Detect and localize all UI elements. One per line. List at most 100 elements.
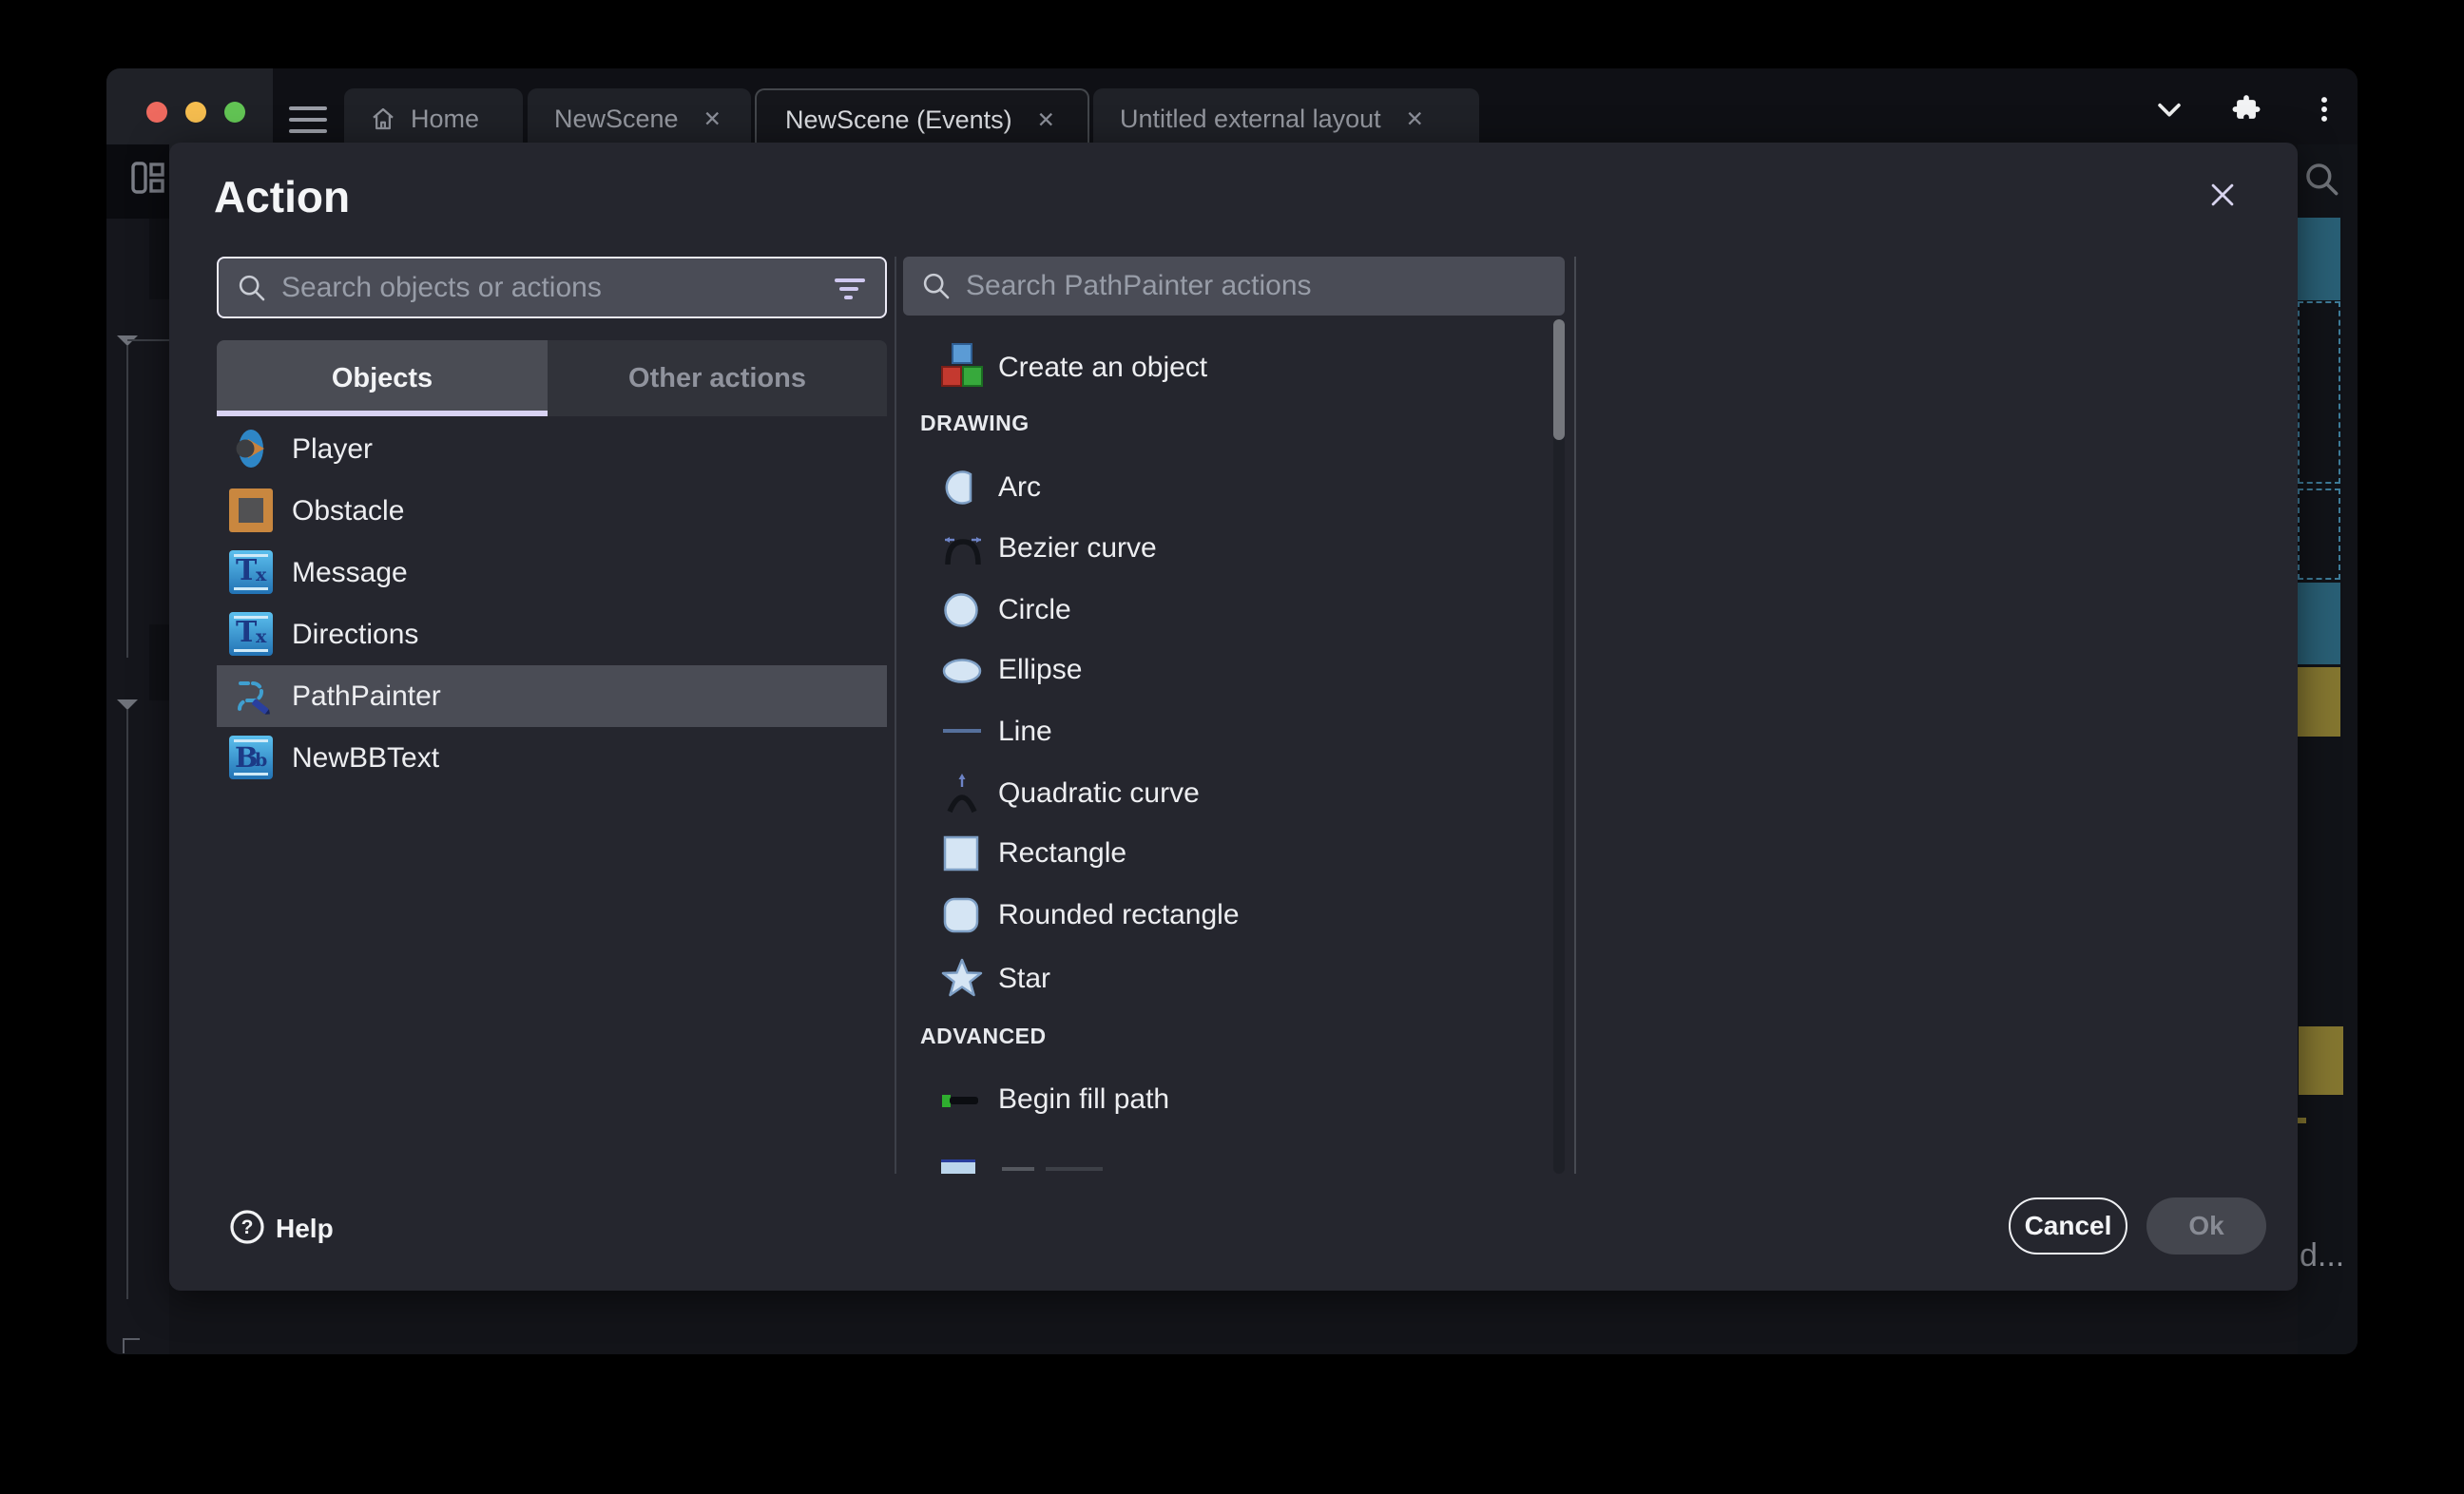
object-row-player[interactable]: Player	[217, 418, 887, 480]
ok-button[interactable]: Ok	[2146, 1197, 2266, 1255]
hamburger-menu-icon[interactable]	[289, 106, 327, 133]
help-icon[interactable]: ?	[228, 1208, 266, 1246]
action-label: Begin fill path	[998, 1083, 1169, 1116]
action-row-arc[interactable]: Arc	[903, 458, 1530, 517]
truncated-event-text: d...	[2300, 1237, 2344, 1274]
tab-label: Other actions	[628, 363, 806, 394]
puzzle-icon[interactable]	[2230, 93, 2262, 125]
path-painter-icon	[229, 674, 273, 718]
tab-label: NewScene	[554, 105, 679, 134]
tab-label: NewScene (Events)	[785, 105, 1012, 135]
objects-search-field[interactable]	[217, 257, 887, 318]
tab-newscene-events[interactable]: NewScene (Events) ✕	[755, 88, 1089, 149]
event-block-teal	[2298, 218, 2340, 300]
action-label: Rectangle	[998, 837, 1126, 870]
action-row-rounded-rectangle[interactable]: Rounded rectangle	[903, 886, 1530, 945]
action-row-circle[interactable]: Circle	[903, 581, 1530, 640]
quadratic-curve-icon	[941, 772, 983, 815]
titlebar-block	[106, 68, 273, 154]
action-row-begin-fill-path[interactable]: Begin fill path	[903, 1070, 1530, 1129]
active-tab-underline	[217, 411, 548, 416]
app-window: Home NewScene ✕ NewScene (Events) ✕ Unti…	[106, 68, 2358, 1354]
event-block-olive	[2298, 667, 2340, 737]
begin-fill-path-icon	[941, 1091, 985, 1110]
events-sheet-left-margin	[106, 144, 169, 1354]
tab-close-icon[interactable]: ✕	[703, 106, 722, 132]
events-toolbar-fragment	[106, 144, 169, 219]
object-row-directions[interactable]: T x Directions	[217, 603, 887, 665]
tab-close-icon[interactable]: ✕	[1037, 107, 1055, 133]
actions-search-field[interactable]	[903, 257, 1565, 316]
tab-other-actions[interactable]: Other actions	[548, 340, 887, 416]
help-label[interactable]: Help	[276, 1214, 334, 1244]
action-label: Line	[998, 716, 1052, 748]
clipped-text	[1002, 1167, 1034, 1171]
search-icon	[236, 272, 268, 304]
action-row-star[interactable]: Star	[903, 949, 1530, 1008]
action-label: Rounded rectangle	[998, 899, 1240, 931]
tab-untitled-external-layout[interactable]: Untitled external layout ✕	[1093, 88, 1479, 149]
clipped-text	[1046, 1167, 1103, 1171]
close-x-icon[interactable]	[2206, 179, 2239, 211]
search-icon[interactable]	[2301, 159, 2343, 201]
clipped-icon	[941, 1159, 975, 1174]
object-label: NewBBText	[292, 742, 439, 775]
cancel-button[interactable]: Cancel	[2009, 1197, 2127, 1255]
object-row-newbbtext[interactable]: B b NewBBText	[217, 727, 887, 789]
obstacle-icon	[229, 488, 273, 532]
ellipse-icon	[941, 658, 983, 684]
action-row-clipped[interactable]	[903, 1152, 1530, 1174]
event-block-olive-dash	[2298, 1118, 2306, 1123]
tab-label: Untitled external layout	[1120, 105, 1381, 134]
object-row-obstacle[interactable]: Obstacle	[217, 480, 887, 542]
fold-triangle-icon[interactable]	[117, 699, 138, 710]
action-row-create-object[interactable]: Create an object	[903, 338, 1530, 397]
arc-icon	[941, 468, 981, 508]
action-row-line[interactable]: Line	[903, 702, 1530, 761]
scrollbar-thumb[interactable]	[1553, 319, 1565, 440]
player-icon	[229, 427, 273, 470]
actions-list: Create an object DRAWING Arc Bezier c	[903, 319, 1565, 1174]
rectangle-icon	[941, 833, 981, 873]
tab-bar: Home NewScene ✕ NewScene (Events) ✕ Unti…	[106, 68, 2358, 149]
clipped-glyph	[123, 1338, 140, 1353]
tab-close-icon[interactable]: ✕	[1406, 106, 1424, 132]
traffic-light-minimize[interactable]	[185, 102, 206, 123]
line-icon	[941, 727, 983, 735]
section-header-advanced: ADVANCED	[920, 1024, 1047, 1049]
action-row-rectangle[interactable]: Rectangle	[903, 824, 1530, 883]
object-label: Directions	[292, 619, 418, 651]
traffic-light-zoom[interactable]	[224, 102, 245, 123]
tab-objects[interactable]: Objects	[217, 340, 548, 416]
traffic-light-close[interactable]	[146, 102, 167, 123]
tab-label: Objects	[332, 363, 433, 394]
action-row-bezier-curve[interactable]: Bezier curve	[903, 519, 1530, 578]
action-row-ellipse[interactable]: Ellipse	[903, 641, 1530, 699]
left-panel-tabs: Objects Other actions	[217, 340, 887, 416]
objects-search-input[interactable]	[281, 272, 832, 304]
event-drop-target-dashed	[2298, 488, 2340, 580]
kebab-menu-icon[interactable]	[2308, 93, 2340, 125]
tab-home[interactable]: Home	[344, 88, 523, 149]
scrollbar-track[interactable]	[1553, 319, 1565, 1174]
actions-search-input[interactable]	[966, 270, 1565, 302]
text-object-icon: T x	[229, 550, 273, 594]
fold-line	[126, 710, 128, 1299]
home-icon	[369, 105, 397, 133]
object-label: PathPainter	[292, 680, 441, 713]
screen: Home NewScene ✕ NewScene (Events) ✕ Unti…	[0, 0, 2464, 1494]
text-object-icon: T x	[229, 612, 273, 656]
action-label: Circle	[998, 594, 1071, 626]
object-label: Player	[292, 433, 373, 466]
action-row-quadratic-curve[interactable]: Quadratic curve	[903, 764, 1530, 823]
tab-newscene[interactable]: NewScene ✕	[528, 88, 751, 149]
chevron-down-icon[interactable]	[2153, 93, 2185, 125]
bezier-curve-icon	[941, 532, 985, 568]
object-row-message[interactable]: T x Message	[217, 542, 887, 603]
filter-icon[interactable]	[832, 274, 868, 302]
action-label: Arc	[998, 471, 1041, 504]
search-icon	[920, 270, 953, 302]
tab-label: Home	[411, 105, 479, 134]
action-label: Create an object	[998, 352, 1207, 384]
object-row-pathpainter[interactable]: PathPainter	[217, 665, 887, 727]
